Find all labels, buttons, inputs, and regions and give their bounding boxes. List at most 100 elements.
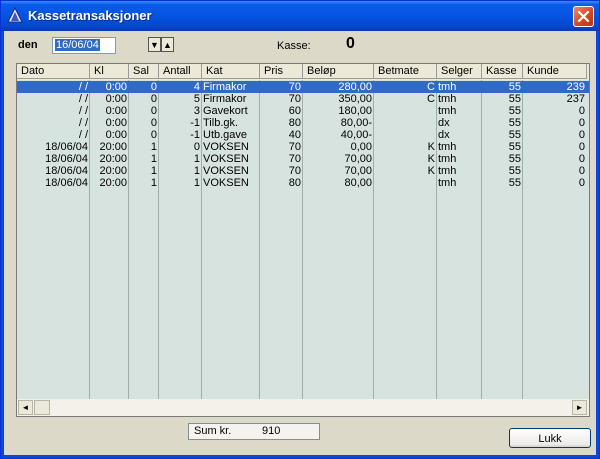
cell-sal: 1 (150, 165, 157, 177)
column-header-pris[interactable]: Pris (260, 64, 303, 79)
column-header-betmate[interactable]: Betmate (374, 64, 437, 79)
cell-betmate: C (427, 93, 435, 105)
cell-selger: tmh (438, 165, 457, 177)
cell-antall: 1 (193, 165, 200, 177)
cell-belop: 0,00 (350, 141, 372, 153)
cell-selger: tmh (438, 141, 457, 153)
kasse-value: 0 (346, 35, 355, 52)
cell-belop: 70,00 (344, 153, 372, 165)
cell-kat: Firmakor (203, 81, 247, 93)
cell-kunde: 0 (578, 129, 585, 141)
cell-dato: / / (78, 105, 88, 117)
cell-kl: 0:00 (105, 81, 127, 93)
column-header-dato[interactable]: Dato (17, 64, 90, 79)
cell-kat: VOKSEN (203, 153, 249, 165)
table-row[interactable]: 18/06/04 20:00 1 1 VOKSEN 70 70,00 Ktmh 55 0 (17, 153, 589, 165)
cell-kat: VOKSEN (203, 141, 249, 153)
cell-belop: 280,00 (338, 81, 372, 93)
cell-kunde: 0 (578, 141, 585, 153)
cell-pris: 60 (288, 105, 301, 117)
cell-dato: / / (78, 117, 88, 129)
table-row[interactable]: 18/06/04 20:00 1 0 VOKSEN 70 0,00 Ktmh 55 0 (17, 141, 589, 153)
cell-dato: 18/06/04 (45, 153, 88, 165)
cell-kasse: 55 (508, 93, 521, 105)
cell-sal: 0 (150, 129, 157, 141)
cell-kl: 20:00 (99, 153, 127, 165)
cell-dato: / / (78, 93, 88, 105)
cell-kasse: 55 (508, 81, 521, 93)
cell-betmate: K (427, 165, 435, 177)
column-header-kunde[interactable]: Kunde (523, 64, 587, 79)
table-row[interactable]: 18/06/04 20:00 1 1 VOKSEN 80 80,00 tmh 55 0 (17, 177, 589, 189)
column-header-kasse[interactable]: Kasse (482, 64, 523, 79)
scroll-thumb[interactable] (34, 400, 50, 415)
app-logo-icon (7, 7, 23, 23)
den-label: den (18, 39, 38, 51)
cell-sal: 1 (150, 153, 157, 165)
cell-kl: 0:00 (105, 105, 127, 117)
cell-antall: 0 (193, 141, 200, 153)
cell-belop: 80,00- (340, 117, 372, 129)
cell-pris: 80 (288, 117, 301, 129)
date-spin-up-button[interactable]: ▲ (161, 37, 174, 52)
cell-betmate (374, 117, 436, 129)
triangle-up-icon: ▲ (163, 40, 172, 50)
transactions-table[interactable]: Dato Kl Sal Antall Kat Pris Beløp Betmate Selger… (16, 63, 590, 417)
column-header-antall[interactable]: Antall (159, 64, 202, 79)
close-icon (577, 10, 590, 23)
cell-kat: Firmakor (203, 93, 247, 105)
cell-antall: 3 (193, 105, 200, 117)
cell-kunde: 0 (578, 153, 585, 165)
kasse-label: Kasse: (277, 40, 311, 52)
sum-value: 910 (262, 425, 281, 437)
cell-antall: 4 (193, 81, 200, 93)
cell-pris: 70 (288, 165, 301, 177)
cell-belop: 180,00 (338, 105, 372, 117)
scroll-left-button[interactable]: ◄ (18, 400, 33, 415)
column-header-kat[interactable]: Kat (202, 64, 260, 79)
lukk-button[interactable]: Lukk (509, 428, 591, 448)
cell-kasse: 55 (508, 105, 521, 117)
cell-selger: tmh (438, 105, 457, 117)
table-row[interactable]: / / 0:00 0 -1 Utb.gave 40 40,00- dx 55 0 (17, 129, 589, 141)
column-header-sal[interactable]: Sal (129, 64, 159, 79)
table-row[interactable]: / / 0:00 0 3 Gavekort 60 180,00 tmh 55 0 (17, 105, 589, 117)
cell-kasse: 55 (508, 165, 521, 177)
cell-pris: 70 (288, 141, 301, 153)
date-spin-down-button[interactable]: ▼ (148, 37, 161, 52)
cell-betmate: K (427, 141, 435, 153)
triangle-down-icon: ▼ (150, 40, 159, 50)
cell-selger: tmh (438, 81, 457, 93)
column-header-selger[interactable]: Selger (437, 64, 482, 79)
cell-selger: dx (438, 117, 450, 129)
cell-kasse: 55 (508, 129, 521, 141)
title-bar[interactable]: Kassetransaksjoner (1, 1, 599, 31)
date-field[interactable]: 16/06/04 (52, 37, 116, 54)
cell-kunde: 0 (578, 117, 585, 129)
close-window-button[interactable] (573, 6, 594, 27)
cell-antall: -1 (190, 117, 200, 129)
cell-pris: 70 (288, 81, 301, 93)
cell-kunde: 0 (578, 105, 585, 117)
table-row[interactable]: 18/06/04 20:00 1 1 VOKSEN 70 70,00 Ktmh 55 0 (17, 165, 589, 177)
app-window: Kassetransaksjoner den 16/06/04 ▼ ▲ Kass… (0, 0, 600, 459)
cell-dato: 18/06/04 (45, 165, 88, 177)
cell-antall: -1 (190, 129, 200, 141)
horizontal-scrollbar[interactable]: ◄ ► (17, 399, 589, 416)
arrow-left-icon: ◄ (21, 403, 30, 412)
cell-betmate: C (427, 81, 435, 93)
table-row[interactable]: / / 0:00 0 4 Firmakor 70 280,00 Ctmh 55 239 (17, 81, 589, 93)
date-value: 16/06/04 (55, 39, 100, 51)
cell-kunde: 0 (578, 177, 585, 189)
cell-kasse: 55 (508, 153, 521, 165)
cell-selger: dx (438, 129, 450, 141)
table-row[interactable]: / / 0:00 0 5 Firmakor 70 350,00 Ctmh 55 237 (17, 93, 589, 105)
column-header-belop[interactable]: Beløp (303, 64, 374, 79)
scroll-right-button[interactable]: ► (572, 400, 587, 415)
column-header-kl[interactable]: Kl (90, 64, 129, 79)
cell-dato: / / (78, 81, 88, 93)
cell-sal: 1 (150, 177, 157, 189)
table-row[interactable]: / / 0:00 0 -1 Tilb.gk. 80 80,00- dx 55 0 (17, 117, 589, 129)
cell-sal: 1 (150, 141, 157, 153)
cell-antall: 1 (193, 153, 200, 165)
